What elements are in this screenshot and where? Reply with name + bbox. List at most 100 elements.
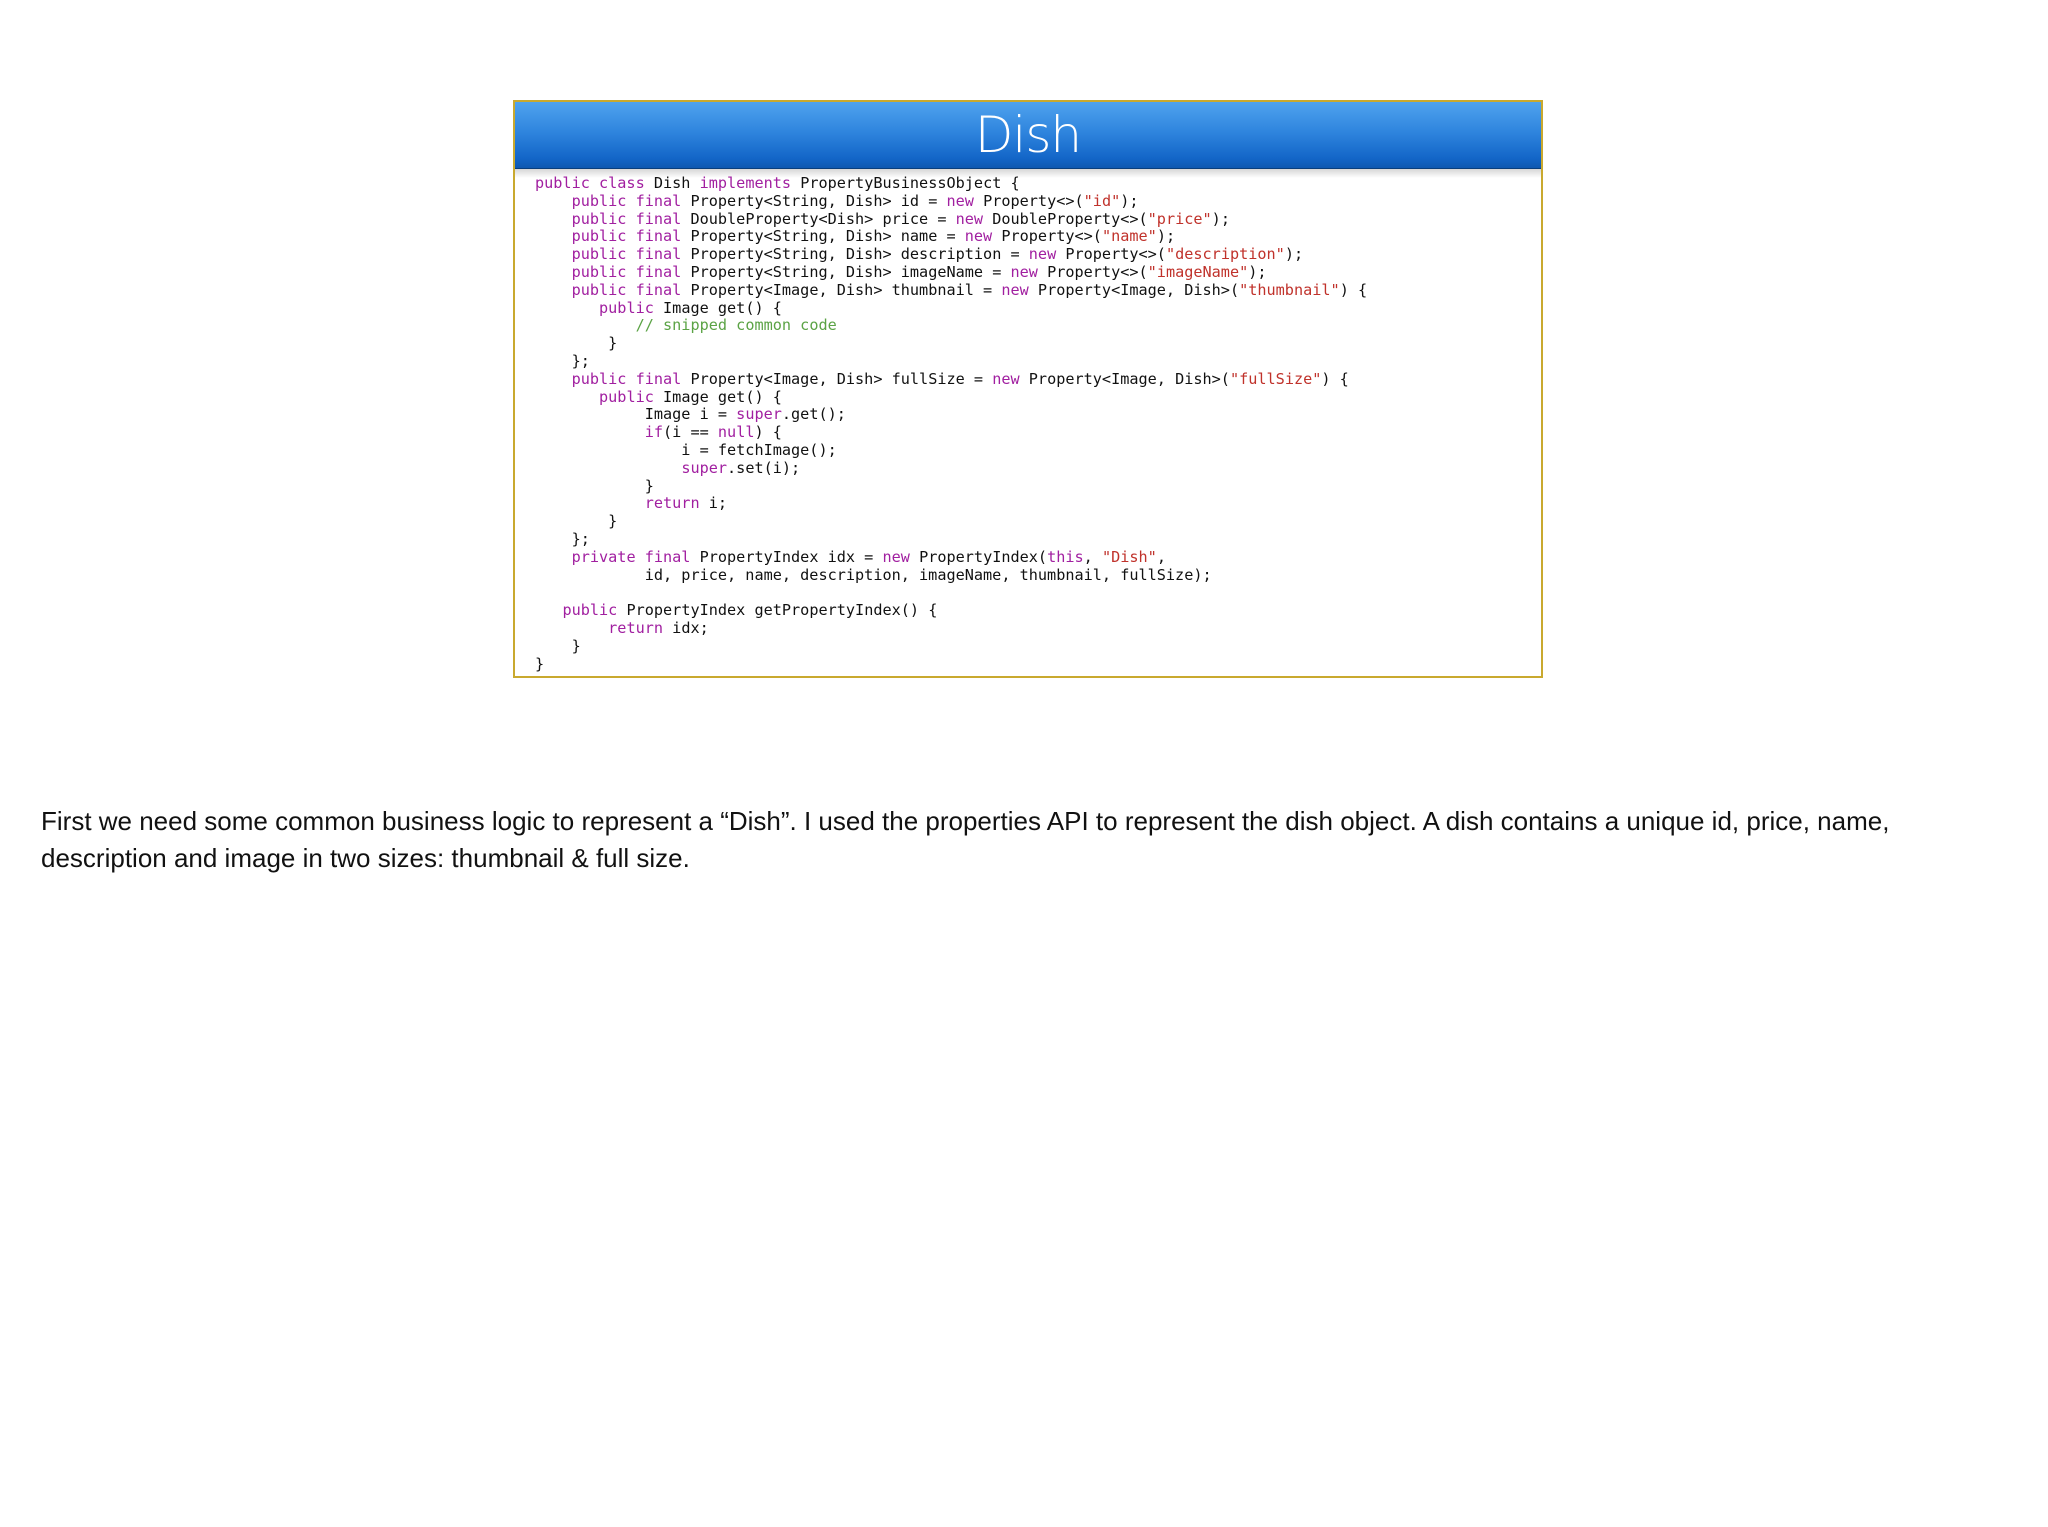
code-token: ); bbox=[1120, 191, 1139, 210]
code-token: PropertyBusinessObject { bbox=[791, 174, 1020, 192]
code-token: new bbox=[964, 227, 993, 246]
code-token: new bbox=[1010, 262, 1038, 281]
code-token: Image get() { bbox=[653, 298, 782, 317]
code-token: Property<String, Dish> imageName = bbox=[681, 262, 1011, 281]
code-token: null bbox=[717, 423, 755, 442]
code-token: (i == bbox=[663, 423, 718, 442]
code-token: new bbox=[1001, 280, 1029, 299]
code-token: new bbox=[1028, 245, 1057, 264]
code-token: public final bbox=[571, 191, 682, 210]
code-token: ); bbox=[1284, 245, 1304, 264]
code-token: idx; bbox=[663, 618, 709, 637]
code-token: public bbox=[599, 387, 654, 406]
code-line: private final PropertyIndex idx = new Pr… bbox=[535, 547, 1367, 567]
code-token: Image i = bbox=[535, 405, 737, 424]
code-block: public class Dish implements PropertyBus… bbox=[535, 174, 1367, 674]
code-line: public final Property<Image, Dish> fullS… bbox=[535, 369, 1367, 389]
code-line: } bbox=[535, 476, 1367, 496]
code-line: public final Property<String, Dish> imag… bbox=[535, 262, 1367, 282]
code-line: public Image get() { bbox=[535, 387, 1367, 407]
code-token: super bbox=[736, 405, 782, 424]
code-line: public class Dish implements PropertyBus… bbox=[535, 174, 1367, 193]
code-token: new bbox=[946, 191, 974, 210]
code-token: Property<Image, Dish>( bbox=[1019, 369, 1230, 388]
code-line: } bbox=[535, 654, 1367, 674]
code-token: } bbox=[535, 476, 654, 495]
code-line: public final Property<String, Dish> desc… bbox=[535, 245, 1367, 264]
code-line: return idx; bbox=[535, 618, 1367, 638]
caption-text: First we need some common business logic… bbox=[41, 806, 1890, 873]
code-token: PropertyIndex idx = bbox=[690, 547, 883, 566]
code-token: }; bbox=[535, 351, 590, 370]
code-line: public final Property<String, Dish> name… bbox=[535, 227, 1367, 246]
code-token: public bbox=[599, 298, 654, 317]
code-token: this bbox=[1047, 547, 1084, 566]
code-token: new bbox=[882, 547, 910, 566]
code-token: new bbox=[955, 209, 984, 228]
code-token: Property<Image, Dish>( bbox=[1028, 280, 1240, 299]
code-token: Property<>( bbox=[973, 191, 1084, 210]
code-line: } bbox=[535, 334, 1367, 353]
code-token: } bbox=[535, 636, 581, 655]
code-token: Image get() { bbox=[653, 387, 782, 406]
code-token: PropertyIndex getPropertyIndex() { bbox=[617, 601, 938, 620]
code-token: PropertyIndex( bbox=[909, 547, 1048, 566]
code-token: public final bbox=[571, 227, 682, 246]
code-line: Image i = super.get(); bbox=[535, 405, 1367, 424]
code-token: DoubleProperty<>( bbox=[983, 209, 1148, 228]
code-token: id, price, name, description, imageName,… bbox=[535, 565, 1212, 584]
code-line: public final DoubleProperty<Dish> price … bbox=[535, 209, 1367, 229]
code-token: Property<>( bbox=[1037, 262, 1148, 281]
code-token: "price" bbox=[1147, 209, 1212, 228]
code-token: public final bbox=[571, 262, 682, 281]
code-line: return i; bbox=[535, 494, 1367, 513]
code-token: ) { bbox=[1321, 369, 1349, 388]
code-line: } bbox=[535, 636, 1367, 656]
code-token: "id" bbox=[1083, 191, 1121, 210]
slide-header: Dish bbox=[515, 102, 1541, 169]
code-token: private final bbox=[571, 547, 691, 566]
code-token: public bbox=[562, 601, 618, 620]
code-token: i = fetchImage(); bbox=[535, 440, 837, 459]
code-line: i = fetchImage(); bbox=[535, 440, 1367, 460]
slide-frame: Dish public class Dish implements Proper… bbox=[513, 100, 1543, 678]
code-token: ); bbox=[1156, 227, 1176, 246]
code-token: "thumbnail" bbox=[1239, 280, 1340, 299]
code-token: "fullSize" bbox=[1229, 369, 1322, 388]
code-token: return bbox=[608, 618, 664, 637]
code-token: super bbox=[681, 458, 728, 477]
code-token: new bbox=[992, 369, 1020, 388]
code-token: // snipped common code bbox=[635, 316, 837, 335]
code-line: }; bbox=[535, 351, 1367, 371]
code-token: if bbox=[644, 423, 664, 442]
code-token: ) { bbox=[754, 423, 782, 442]
code-token: public class bbox=[535, 174, 645, 192]
code-line: super.set(i); bbox=[535, 458, 1367, 478]
code-line: // snipped common code bbox=[535, 316, 1367, 335]
code-token: "description" bbox=[1165, 245, 1285, 264]
code-line: }; bbox=[535, 530, 1367, 549]
code-line: if(i == null) { bbox=[535, 423, 1367, 442]
code-line: public Image get() { bbox=[535, 298, 1367, 318]
code-token: public final bbox=[571, 369, 682, 388]
code-token: ); bbox=[1248, 262, 1267, 281]
code-line: public final Property<String, Dish> id =… bbox=[535, 191, 1367, 211]
code-token: } bbox=[535, 512, 618, 531]
code-token: } bbox=[535, 654, 545, 673]
code-token: , bbox=[1156, 547, 1166, 566]
